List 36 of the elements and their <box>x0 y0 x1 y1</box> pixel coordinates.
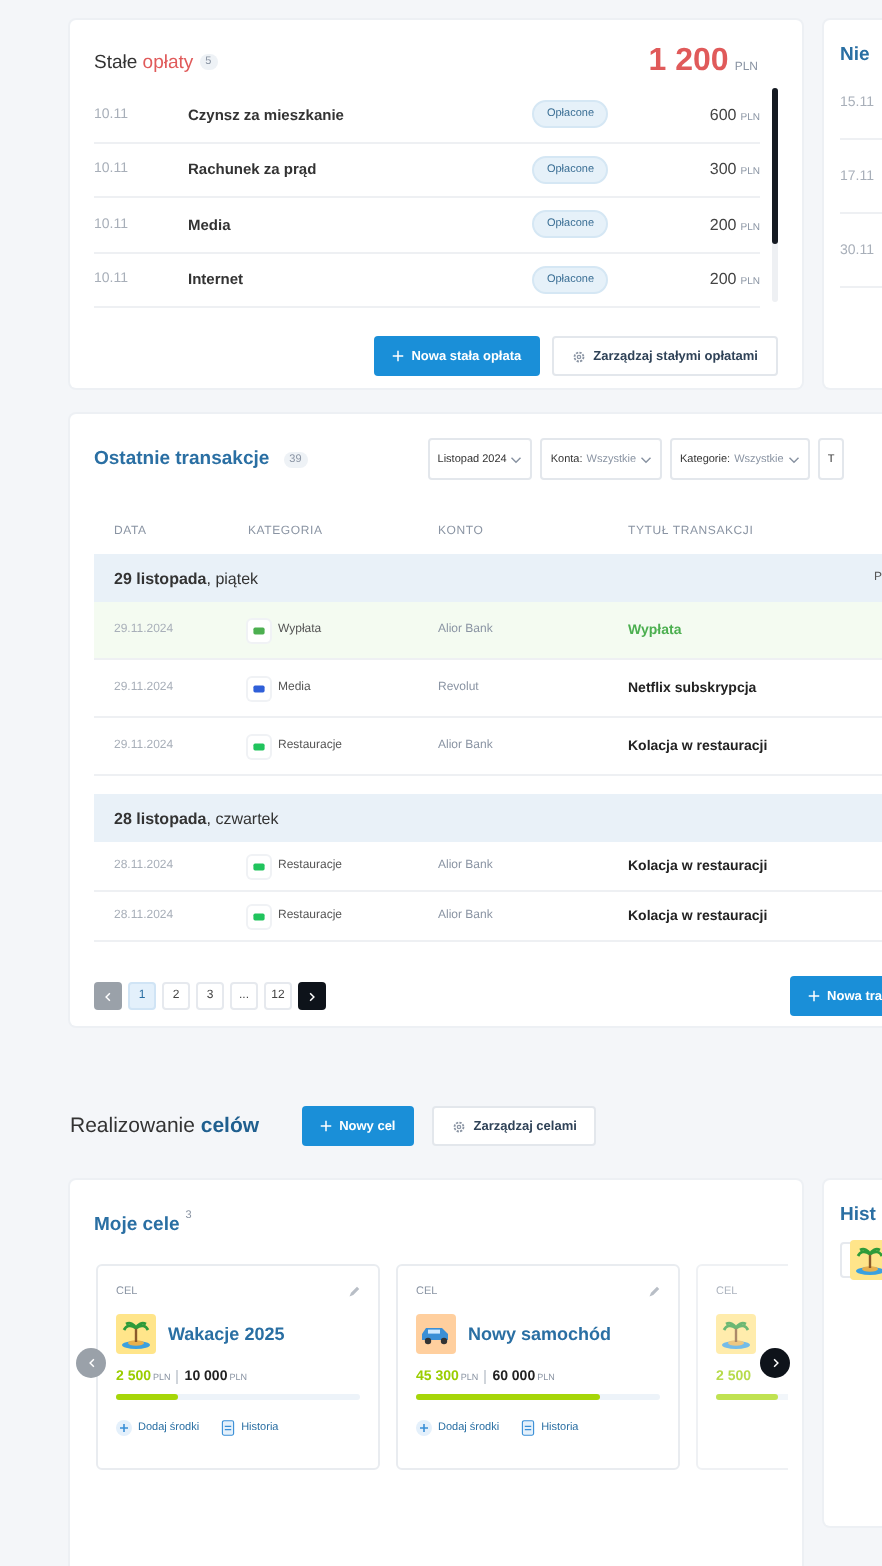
palm-island-icon <box>850 1240 882 1280</box>
chevron-down-icon <box>640 455 652 463</box>
pencil-icon[interactable] <box>648 1286 660 1298</box>
gear-icon <box>571 349 586 363</box>
chevron-right-icon <box>771 1358 779 1368</box>
goal-name: Wakacje 2025 <box>168 1324 285 1344</box>
card-title: Nie <box>840 44 872 66</box>
next-page-button[interactable] <box>298 982 326 1010</box>
chevron-right-icon <box>308 991 316 1001</box>
pencil-icon[interactable] <box>348 1286 360 1298</box>
count-label: 3 <box>185 1209 192 1222</box>
scrollbar[interactable] <box>772 88 778 302</box>
card-title: Stałe opłaty <box>94 51 194 73</box>
chevron-left-icon <box>87 1358 95 1368</box>
chevron-left-icon <box>104 991 112 1001</box>
card-title: Hist <box>840 1204 878 1226</box>
section-title: Realizowanie celów <box>70 1114 260 1138</box>
plus-icon <box>416 1420 432 1436</box>
document-icon <box>219 1420 236 1436</box>
document-icon <box>519 1420 536 1436</box>
goal-name: Nowy samochód <box>468 1324 612 1344</box>
plus-icon <box>391 350 404 362</box>
gear-icon <box>451 1119 466 1133</box>
group-date: 29 listopada, piątek <box>114 569 259 587</box>
chevron-down-icon <box>787 455 800 463</box>
plus-icon <box>116 1420 132 1436</box>
card-title: Moje cele <box>94 1214 180 1236</box>
group-date: 28 listopada, czwartek <box>114 809 279 827</box>
palm-island-icon <box>116 1314 156 1354</box>
car-icon <box>416 1314 456 1354</box>
carousel-previous-button[interactable] <box>76 1348 106 1378</box>
plus-icon <box>319 1120 332 1132</box>
palm-island-icon <box>716 1314 756 1354</box>
card-title: Ostatnie transakcje <box>94 448 270 470</box>
chevron-down-icon <box>510 455 523 463</box>
plus-icon <box>807 990 820 1002</box>
